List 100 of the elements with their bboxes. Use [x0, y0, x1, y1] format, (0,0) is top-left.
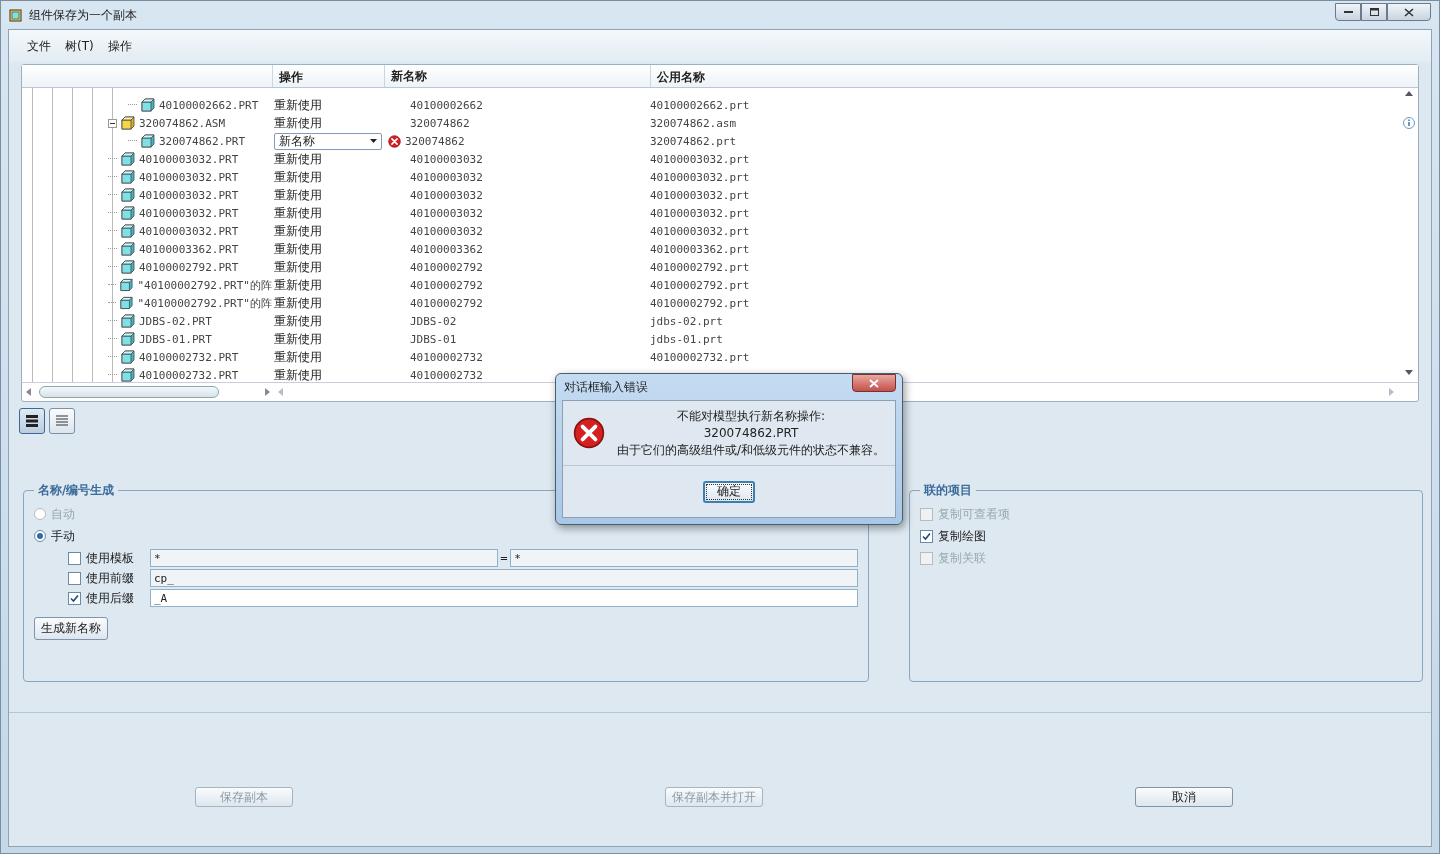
- action-cell-text: 重新使用: [273, 241, 322, 256]
- menu-item[interactable]: 树(T): [65, 37, 94, 55]
- detail-view-button[interactable]: [19, 408, 45, 434]
- scrollbar-thumb[interactable]: [39, 386, 219, 399]
- common-name-cell: 40100003032.prt: [650, 170, 750, 184]
- new-name-cell-text: 40100003032: [409, 188, 483, 202]
- ok-button[interactable]: 确定: [703, 480, 755, 503]
- generate-name-button[interactable]: 生成新名称: [34, 617, 108, 640]
- column-header[interactable]: 操作: [272, 65, 384, 87]
- scroll-right-icon[interactable]: [265, 388, 270, 397]
- group-title: 名称/编号生成: [37, 482, 116, 499]
- new-name-cell-text: 40100002662: [409, 98, 483, 112]
- common-name-cell: 40100003032.prt: [650, 188, 750, 202]
- text-field[interactable]: _A: [150, 589, 858, 607]
- cube-icon: [121, 152, 135, 166]
- common-name-cell: 40100002662.prt: [650, 98, 750, 112]
- common-name-cell: 40100002732.prt: [650, 350, 750, 364]
- new-name-cell-text: 40100002732: [409, 350, 483, 364]
- action-cell-text: 重新使用: [273, 97, 322, 112]
- radio-label: 自动: [51, 505, 75, 523]
- checkbox[interactable]: [920, 529, 933, 543]
- footer-button[interactable]: 取消: [1135, 787, 1233, 807]
- scroll-left-icon[interactable]: [26, 388, 31, 397]
- error-message-line: 由于它们的高级组件或/和低级元件的状态不兼容。: [615, 441, 886, 459]
- cube-icon: [141, 98, 155, 112]
- tree-item-label[interactable]: 40100002662.PRT: [159, 98, 259, 112]
- column-header[interactable]: 新名称: [384, 65, 650, 87]
- new-name-cell-text: 320074862: [409, 116, 470, 130]
- new-name-cell-text: 40100002792: [409, 296, 483, 310]
- action-cell-text: 重新使用: [273, 259, 322, 274]
- minimize-icon: [1343, 10, 1353, 14]
- new-name-cell-text: 40100002792: [409, 278, 483, 292]
- cube-icon: [121, 224, 135, 238]
- action-dropdown[interactable]: 新名称: [274, 132, 382, 150]
- radio-button[interactable]: [34, 530, 46, 542]
- common-name-cell: 320074862.prt: [650, 134, 737, 148]
- text-field[interactable]: *: [510, 549, 858, 567]
- scroll-down-icon[interactable]: [1405, 370, 1413, 375]
- tree-item-label[interactable]: 40100003032.PRT: [139, 188, 239, 202]
- caret-icon: [370, 139, 377, 143]
- checkbox-label: 使用模板: [86, 549, 134, 567]
- menu-item[interactable]: 文件: [27, 37, 51, 55]
- maximize-button[interactable]: [1361, 3, 1387, 21]
- cube-icon: [141, 134, 155, 148]
- new-name-cell-text: JDBS-01: [409, 332, 457, 346]
- action-cell-text: 重新使用: [273, 331, 322, 346]
- minimize-button[interactable]: [1335, 3, 1361, 21]
- text-field[interactable]: cp_: [150, 569, 858, 587]
- collapse-toggle[interactable]: [108, 118, 117, 128]
- scroll-right-icon[interactable]: [1389, 388, 1394, 397]
- tree-item-label[interactable]: 40100003032.PRT: [139, 224, 239, 238]
- checkbox-label: 复制关联: [938, 549, 986, 567]
- cube-icon: [121, 314, 135, 328]
- common-name-cell: 40100003032.prt: [650, 224, 750, 238]
- checkbox-label: 复制绘图: [938, 527, 986, 545]
- tree-item-label[interactable]: 40100003032.PRT: [139, 206, 239, 220]
- common-name-cell: jdbs-01.prt: [650, 332, 723, 346]
- info-icon[interactable]: [1403, 117, 1415, 129]
- tree-item-label[interactable]: 40100002792.PRT: [139, 260, 239, 274]
- app-icon: [9, 8, 23, 22]
- tree-item-label[interactable]: 40100002732.PRT: [139, 350, 239, 364]
- tree-item-label[interactable]: 40100002732.PRT: [139, 368, 239, 382]
- dialog-title: 对话框输入错误: [563, 378, 648, 396]
- cube-icon: [121, 170, 135, 184]
- checkbox-label: 使用前缀: [86, 569, 134, 587]
- radio-label: 手动: [51, 527, 75, 545]
- new-name-cell-text: 40100003362: [409, 242, 483, 256]
- new-name-cell-text: 40100003032: [409, 152, 483, 166]
- common-name-cell: 40100002792.prt: [650, 296, 750, 310]
- new-name-cell-text: 40100003032: [409, 224, 483, 238]
- scroll-up-icon[interactable]: [1405, 91, 1413, 96]
- menu-item[interactable]: 操作: [107, 37, 132, 55]
- error-message-line: 320074862.PRT: [702, 424, 800, 442]
- column-header[interactable]: 公用名称: [650, 65, 915, 87]
- cube-icon: [121, 332, 135, 346]
- text-field[interactable]: *: [150, 549, 498, 567]
- tree-item-label[interactable]: "40100002792.PRT"的阵: [137, 277, 272, 293]
- tree-item-label[interactable]: JDBS-02.PRT: [139, 314, 212, 328]
- tree-item-label[interactable]: 40100003032.PRT: [139, 170, 239, 184]
- tree-item-label[interactable]: 40100003362.PRT: [139, 242, 239, 256]
- tree-item-label[interactable]: 40100003032.PRT: [139, 152, 239, 166]
- checkbox[interactable]: [68, 591, 81, 605]
- checkbox[interactable]: [68, 571, 81, 585]
- close-button[interactable]: [1387, 3, 1431, 21]
- common-name-cell: 40100002792.prt: [650, 260, 750, 274]
- tree-item-label[interactable]: 320074862.PRT: [159, 134, 246, 148]
- tree-item-label[interactable]: JDBS-01.PRT: [139, 332, 212, 346]
- common-name-cell: 320074862.asm: [650, 116, 737, 130]
- window-title: 组件保存为一个副本: [29, 6, 137, 24]
- action-cell-text: 重新使用: [273, 367, 322, 382]
- scroll-left-icon[interactable]: [278, 388, 283, 397]
- checkbox[interactable]: [68, 551, 81, 565]
- tree-item-label[interactable]: 320074862.ASM: [139, 116, 226, 130]
- maximize-icon: [1369, 8, 1379, 16]
- new-name-cell-text: 40100003032: [409, 170, 483, 184]
- close-button[interactable]: [852, 374, 896, 392]
- action-cell-text: 重新使用: [273, 151, 322, 166]
- error-icon: [388, 134, 401, 148]
- equals-sign: =: [499, 552, 509, 564]
- tree-item-label[interactable]: "40100002792.PRT"的阵: [137, 295, 272, 311]
